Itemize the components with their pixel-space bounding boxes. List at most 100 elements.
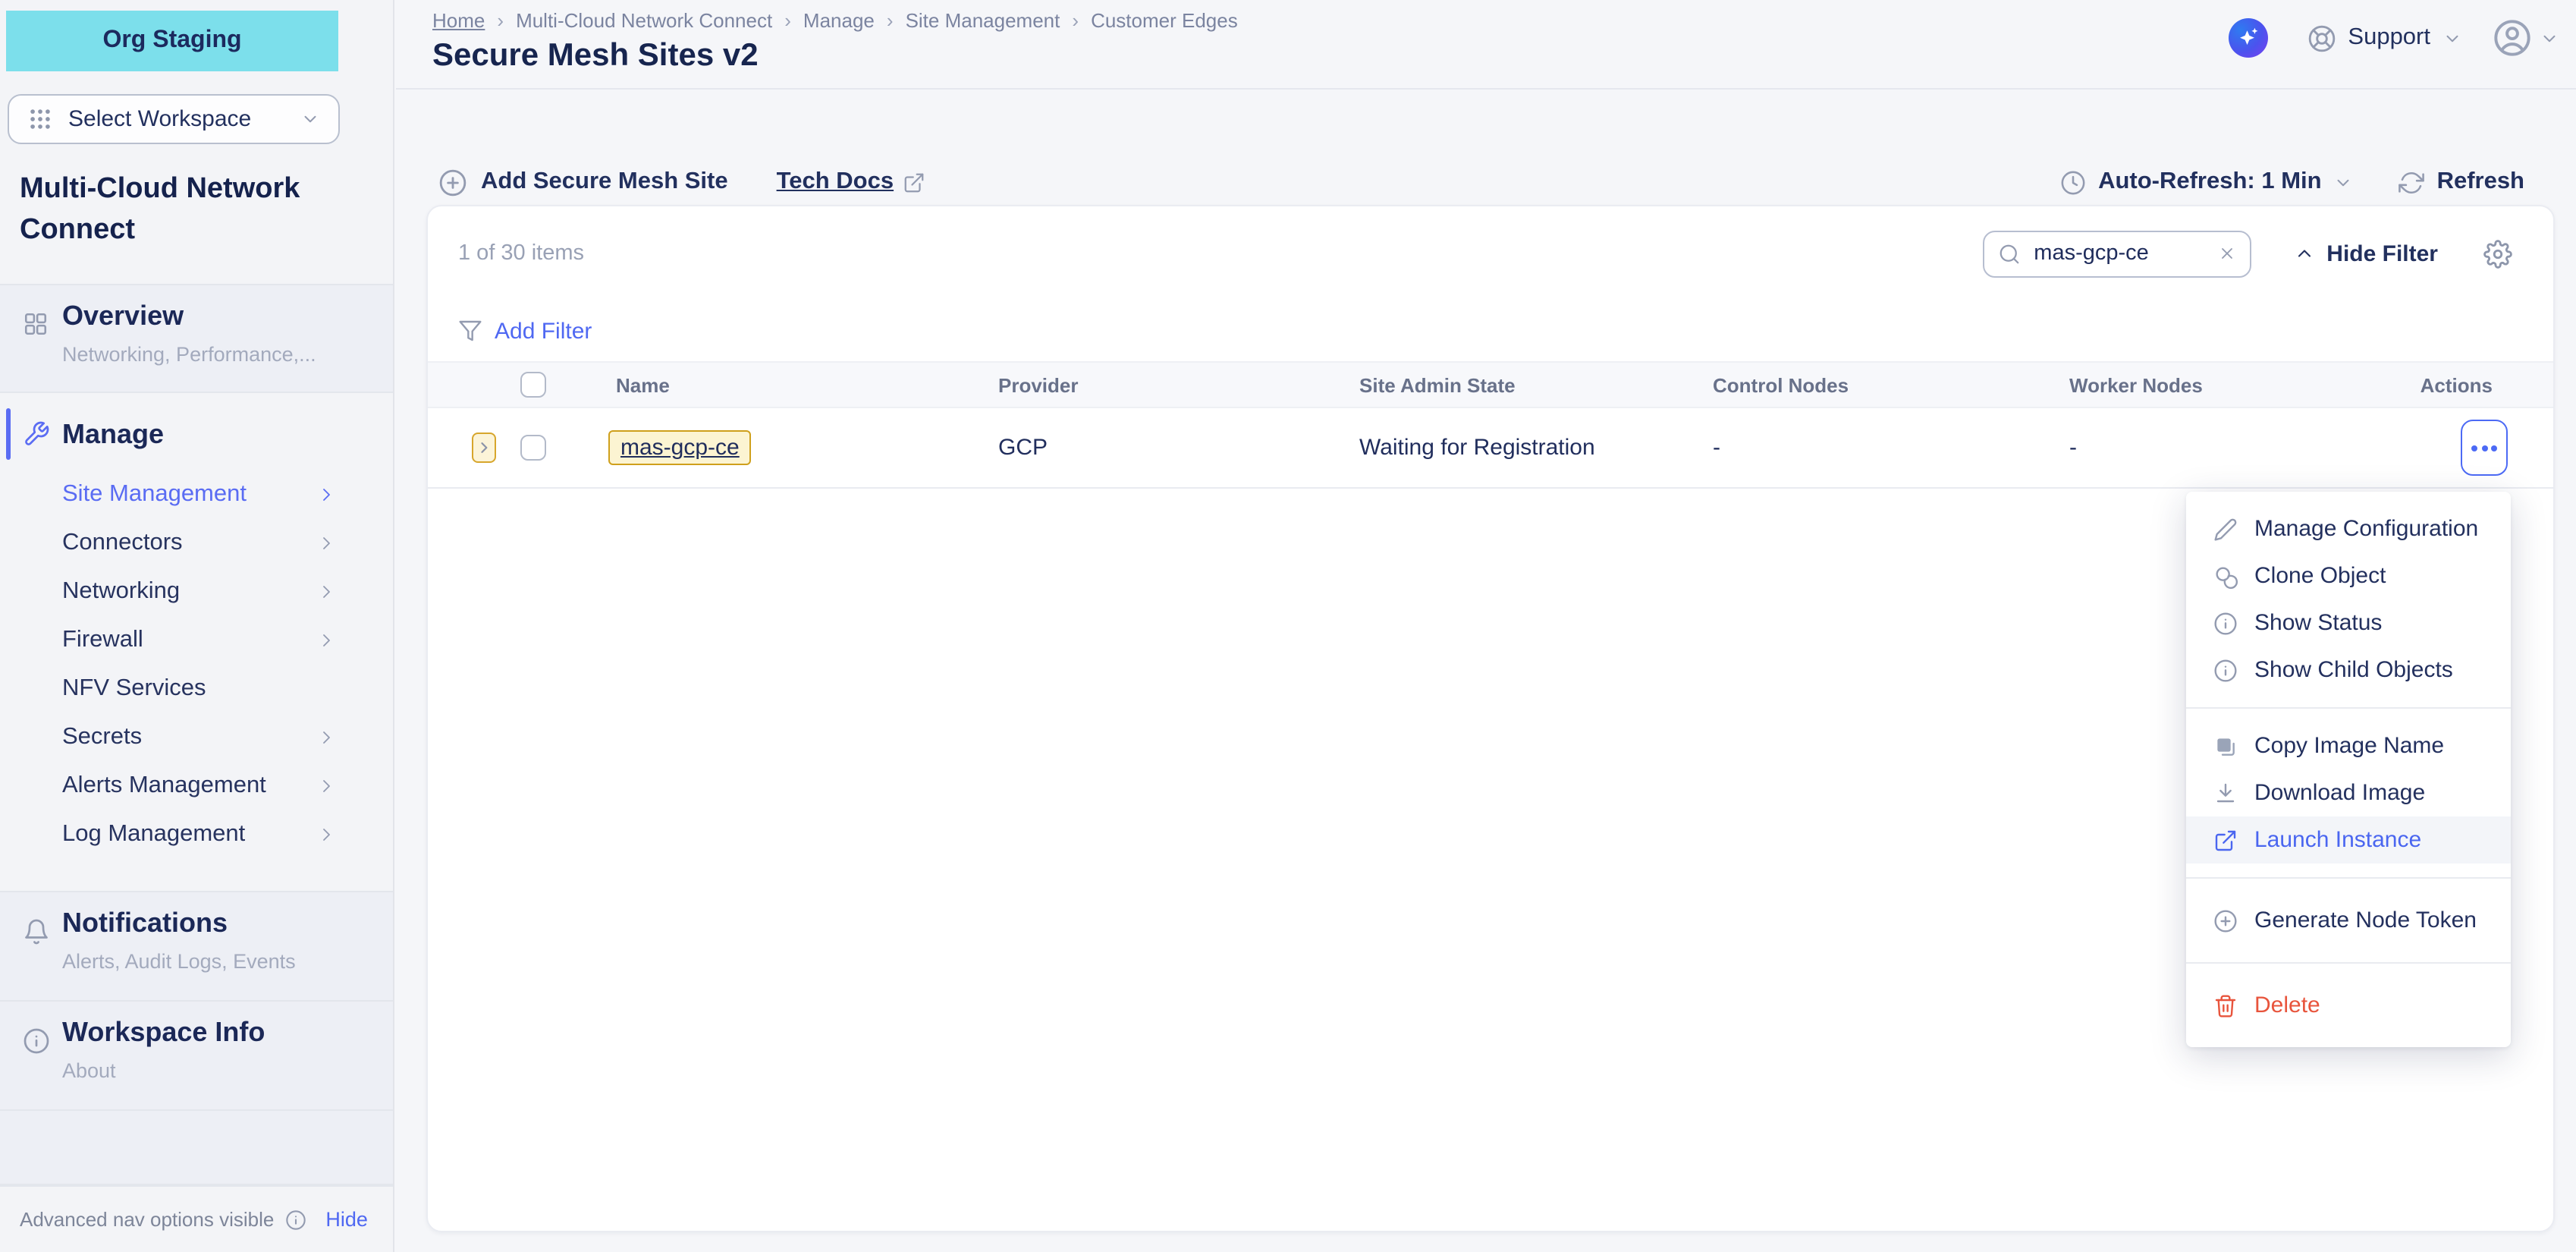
row-name-link[interactable]: mas-gcp-ce [608, 430, 752, 465]
search-input[interactable] [2031, 240, 2207, 267]
menu-item-manage-configuration[interactable]: Manage Configuration [2186, 505, 2511, 552]
filter-bar-right: Hide Filter [1982, 230, 2512, 277]
ai-assistant-button[interactable] [2228, 18, 2267, 58]
menu-item-delete[interactable]: Delete [2186, 982, 2511, 1029]
breadcrumb-manage[interactable]: Manage [784, 9, 875, 32]
row-actions-button[interactable] [2461, 420, 2508, 476]
row-site-admin-state: Waiting for Registration [1359, 435, 1595, 461]
row-actions-menu: Manage Configuration Clone Object Show S… [2186, 492, 2511, 1047]
breadcrumb-home[interactable]: Home [432, 9, 485, 32]
sidebar-item-nfv-services[interactable]: NFV Services [0, 665, 393, 713]
chevron-right-icon [317, 728, 335, 747]
table-header-row: Name Provider Site Admin State Control N… [428, 361, 2553, 408]
row-provider: GCP [998, 435, 1048, 461]
sidebar-item-manage[interactable]: Manage [0, 407, 393, 461]
menu-item-copy-image-name[interactable]: Copy Image Name [2186, 722, 2511, 769]
menu-item-clone-object[interactable]: Clone Object [2186, 552, 2511, 599]
row-worker-nodes: - [2069, 435, 2077, 461]
search-icon [1997, 242, 2020, 265]
column-header-name: Name [616, 373, 670, 396]
sidebar-item-label: Overview [62, 300, 184, 332]
sidebar-item-alerts-management[interactable]: Alerts Management [0, 762, 393, 810]
support-menu[interactable]: Support [2307, 24, 2462, 52]
breadcrumb-mcn-connect[interactable]: Multi-Cloud Network Connect [497, 9, 772, 32]
sidebar-item-networking[interactable]: Networking [0, 568, 393, 616]
menu-item-download-image[interactable]: Download Image [2186, 769, 2511, 816]
trash-icon [2213, 993, 2238, 1018]
chevron-right-icon [317, 826, 335, 844]
gear-icon[interactable] [2483, 239, 2512, 268]
sidebar-item-subtitle: Alerts, Audit Logs, Events [62, 950, 296, 973]
plus-circle-icon [2213, 908, 2238, 933]
refresh-button[interactable]: Refresh [2399, 168, 2524, 196]
breadcrumb-site-management[interactable]: Site Management [887, 9, 1060, 32]
avatar [2493, 18, 2532, 58]
column-header-actions: Actions [2420, 373, 2493, 396]
sidebar-item-firewall[interactable]: Firewall [0, 616, 393, 665]
tech-docs-link[interactable]: Tech Docs [777, 168, 926, 196]
sidebar-item-notifications[interactable]: Notifications Alerts, Audit Logs, Events [0, 891, 393, 1002]
workspace-selector-label: Select Workspace [68, 106, 285, 132]
sidebar-item-secrets[interactable]: Secrets [0, 713, 393, 762]
plus-circle-icon [438, 168, 467, 197]
org-banner: Org Staging [6, 11, 338, 71]
grid-icon [27, 106, 53, 132]
info-icon[interactable] [284, 1209, 306, 1230]
menu-item-show-child-objects[interactable]: Show Child Objects [2186, 646, 2511, 694]
chevron-right-icon [317, 777, 335, 795]
sidebar-item-subtitle: Networking, Performance,... [62, 343, 316, 366]
page-toolbar: Add Secure Mesh Site Tech Docs Auto-Refr… [438, 155, 2524, 209]
menu-group: Manage Configuration Clone Object Show S… [2186, 492, 2511, 707]
clock-icon [2060, 169, 2086, 195]
sidebar-item-connectors[interactable]: Connectors [0, 519, 393, 568]
sidebar-footer: Advanced nav options visible Hide [0, 1185, 393, 1252]
info-icon [23, 1027, 50, 1055]
chevron-down-icon [2540, 28, 2559, 48]
funnel-icon [458, 319, 482, 343]
clone-icon [2213, 564, 2238, 588]
add-filter-button[interactable]: Add Filter [458, 305, 592, 357]
search-box [1982, 230, 2251, 277]
chevron-right-icon [317, 583, 335, 601]
sidebar-item-overview[interactable]: Overview Networking, Performance,... [0, 284, 393, 393]
chevron-down-icon [2334, 172, 2354, 192]
org-banner-label: Org Staging [102, 27, 241, 55]
lifebuoy-icon [2307, 24, 2336, 52]
menu-item-launch-instance[interactable]: Launch Instance [2186, 816, 2511, 864]
hide-filter-toggle[interactable]: Hide Filter [2293, 241, 2438, 266]
sidebar-item-label: Workspace Info [62, 1017, 265, 1049]
menu-item-generate-node-token[interactable]: Generate Node Token [2186, 897, 2511, 944]
row-expander[interactable] [472, 433, 496, 463]
sidebar-item-label: Manage [62, 419, 164, 451]
sidebar-spacer [0, 1111, 393, 1185]
manage-subnav: Site Management Connectors Networking Fi… [0, 470, 393, 859]
select-all-checkbox[interactable] [520, 372, 546, 398]
sidebar-item-site-management[interactable]: Site Management [0, 470, 393, 519]
sidebar-item-label: Notifications [62, 908, 228, 939]
user-menu[interactable] [2493, 18, 2559, 58]
sidebar-item-workspace-info[interactable]: Workspace Info About [0, 1002, 393, 1111]
auto-refresh-dropdown[interactable]: Auto-Refresh: 1 Min [2060, 168, 2354, 196]
copy-icon [2213, 734, 2238, 758]
overview-grid-icon [23, 311, 49, 337]
support-label: Support [2348, 24, 2430, 52]
sidebar-item-subtitle: About [62, 1059, 116, 1082]
hide-advanced-nav-link[interactable]: Hide [325, 1208, 368, 1231]
sidebar-item-log-management[interactable]: Log Management [0, 810, 393, 859]
bell-icon [23, 918, 50, 945]
chevron-right-icon [317, 631, 335, 650]
chevron-down-icon [300, 109, 320, 129]
menu-item-show-status[interactable]: Show Status [2186, 599, 2511, 646]
clear-search-icon[interactable] [2217, 244, 2235, 263]
workspace-selector[interactable]: Select Workspace [8, 94, 340, 144]
table-filter-bar: 1 of 30 items [428, 206, 2553, 300]
download-icon [2213, 781, 2238, 805]
items-count: 1 of 30 items [458, 241, 584, 266]
column-header-worker-nodes: Worker Nodes [2069, 373, 2203, 396]
advanced-nav-label: Advanced nav options visible [20, 1208, 274, 1231]
active-indicator [6, 408, 11, 460]
column-header-provider: Provider [998, 373, 1079, 396]
chevron-right-icon [317, 486, 335, 504]
row-checkbox[interactable] [520, 435, 546, 461]
add-secure-mesh-site-button[interactable]: Add Secure Mesh Site [438, 168, 728, 197]
